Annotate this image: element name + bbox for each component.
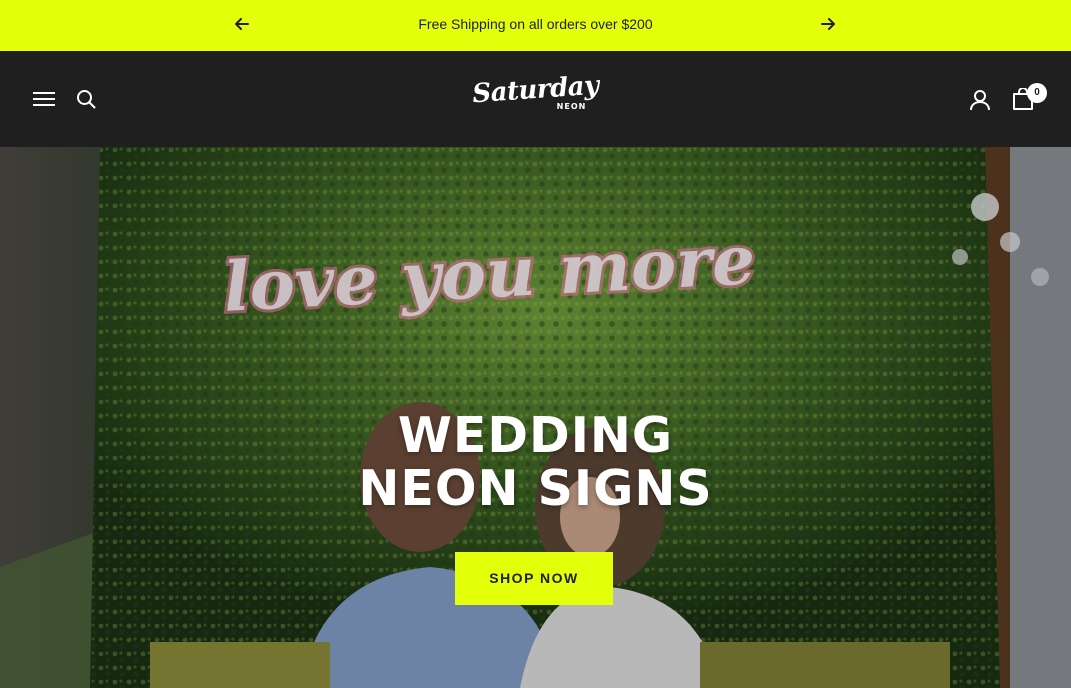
announcement-bar: Free Shipping on all orders over $200 bbox=[0, 0, 1071, 51]
site-logo[interactable]: Saturday NEON bbox=[470, 71, 601, 123]
announcement-next-button[interactable] bbox=[818, 15, 838, 33]
menu-button[interactable] bbox=[32, 89, 56, 109]
shop-now-button[interactable]: SHOP NOW bbox=[455, 552, 613, 605]
search-button[interactable] bbox=[75, 88, 97, 110]
hero-banner: love you more love you more WEDDING NEON… bbox=[0, 147, 1071, 688]
hero-title-line-2: NEON SIGNS bbox=[358, 460, 713, 517]
announcement-prev-button[interactable] bbox=[232, 15, 252, 33]
account-button[interactable] bbox=[968, 88, 992, 112]
hamburger-menu-icon bbox=[33, 92, 55, 106]
hero-title-line-1: WEDDING bbox=[397, 407, 674, 464]
user-icon bbox=[970, 90, 990, 111]
arrow-right-icon bbox=[821, 18, 835, 30]
hero-title: WEDDING NEON SIGNS bbox=[0, 409, 1071, 515]
search-icon bbox=[77, 90, 96, 109]
arrow-left-icon bbox=[235, 18, 249, 30]
site-header: Saturday NEON 0 bbox=[0, 51, 1071, 147]
announcement-text: Free Shipping on all orders over $200 bbox=[418, 16, 653, 32]
cart-count-badge: 0 bbox=[1027, 83, 1047, 103]
